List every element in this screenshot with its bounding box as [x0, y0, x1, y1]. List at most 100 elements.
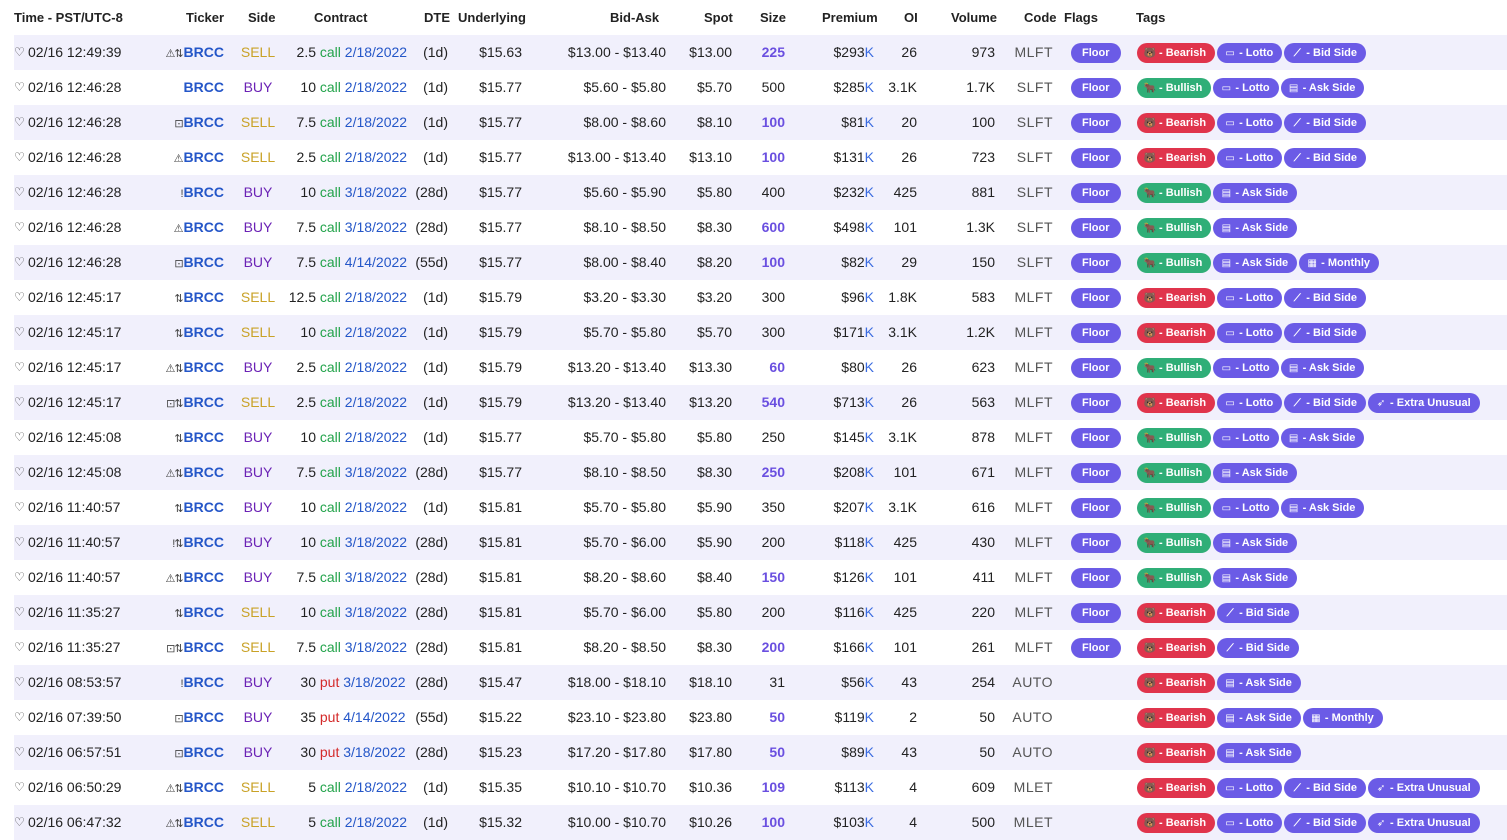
tag-badge[interactable]: 🐻 - Bearish [1137, 743, 1216, 763]
table-row[interactable]: ♡ 02/16 07:39:50 ⊡BRCC BUY 35 put 4/14/2022(… [14, 700, 1507, 735]
contract-cell[interactable]: 5 call 2/18/2022 [282, 778, 407, 797]
tag-badge[interactable]: 🐻 - Bearish [1137, 43, 1216, 63]
tag-badge[interactable]: 🐂 - Bullish [1137, 253, 1212, 273]
heart-icon[interactable]: ♡ [14, 498, 28, 517]
expiry-link[interactable]: 2/18/2022 [345, 499, 407, 515]
flag-badge[interactable]: Floor [1071, 393, 1121, 413]
flag-badge[interactable]: Floor [1071, 533, 1121, 553]
tag-badge[interactable]: ⟋ - Bid Side [1284, 813, 1367, 833]
tag-badge[interactable]: 🐂 - Bullish [1137, 358, 1212, 378]
tag-badge[interactable]: 🐻 - Bearish [1137, 113, 1216, 133]
tag-badge[interactable]: ▤ - Ask Side [1280, 428, 1365, 448]
flag-badge[interactable]: Floor [1071, 498, 1121, 518]
heart-icon[interactable]: ♡ [14, 393, 28, 412]
contract-cell[interactable]: 2.5 call 2/18/2022 [282, 358, 408, 377]
tag-badge[interactable]: ▦ - Monthly [1299, 253, 1380, 273]
tag-badge[interactable]: ⟋ - Bid Side [1217, 638, 1299, 658]
tag-badge[interactable]: ➶ - Extra Unusual [1368, 813, 1480, 833]
heart-icon[interactable]: ♡ [14, 463, 28, 482]
header-tags[interactable]: Tags [1136, 10, 1165, 25]
flag-badge[interactable]: Floor [1071, 323, 1121, 343]
table-row[interactable]: ♡ 02/16 12:46:28 ⊡BRCC SELL 7.5 call 2/18/20… [14, 105, 1507, 140]
tag-badge[interactable]: ▤ - Ask Side [1217, 708, 1301, 728]
tag-badge[interactable]: ▤ - Ask Side [1280, 498, 1365, 518]
expiry-link[interactable]: 4/14/2022 [345, 254, 407, 270]
expiry-link[interactable]: 2/18/2022 [345, 814, 407, 830]
heart-icon[interactable]: ♡ [14, 148, 28, 167]
header-oi[interactable]: OI [904, 10, 918, 25]
table-row[interactable]: ♡ 02/16 12:45:17 ⚠⇅BRCC BUY 2.5 call 2/18/20… [14, 350, 1507, 385]
table-row[interactable]: ♡ 02/16 11:35:27 ⇅BRCC SELL 10 call 3/18/202… [14, 595, 1507, 630]
header-underlying[interactable]: Underlying [458, 10, 526, 25]
header-code[interactable]: Code [1024, 10, 1057, 25]
tag-badge[interactable]: ▤ - Ask Side [1213, 218, 1298, 238]
table-row[interactable]: ♡ 02/16 11:40:57 ⚠⇅BRCC BUY 7.5 call 3/18/20… [14, 560, 1507, 595]
flag-badge[interactable]: Floor [1071, 568, 1121, 588]
tag-badge[interactable]: ▤ - Ask Side [1213, 463, 1298, 483]
tag-badge[interactable]: 🐻 - Bearish [1137, 708, 1216, 728]
contract-cell[interactable]: 2.5 call 2/18/2022 [282, 393, 408, 412]
flag-badge[interactable]: Floor [1071, 218, 1121, 238]
contract-cell[interactable]: 10 call 2/18/2022 [282, 498, 407, 517]
heart-icon[interactable]: ♡ [14, 253, 28, 272]
tag-badge[interactable]: 🐻 - Bearish [1137, 323, 1216, 343]
expiry-link[interactable]: 2/18/2022 [345, 114, 407, 130]
expiry-link[interactable]: 2/18/2022 [345, 324, 407, 340]
expiry-link[interactable]: 3/18/2022 [345, 464, 407, 480]
contract-cell[interactable]: 30 put 3/18/2022 [282, 673, 407, 692]
table-row[interactable]: ♡ 02/16 12:45:08 ⚠⇅BRCC BUY 7.5 call 3/18/20… [14, 455, 1507, 490]
heart-icon[interactable]: ♡ [14, 638, 28, 657]
heart-icon[interactable]: ♡ [14, 288, 28, 307]
tag-badge[interactable]: ▭ - Lotto [1217, 393, 1283, 413]
tag-badge[interactable]: ▭ - Lotto [1217, 778, 1283, 798]
header-size[interactable]: Size [760, 10, 786, 25]
contract-cell[interactable]: 7.5 call 2/18/2022 [282, 113, 408, 132]
tag-badge[interactable]: 🐂 - Bullish [1137, 568, 1212, 588]
flag-badge[interactable]: Floor [1071, 183, 1121, 203]
ticker-link[interactable]: BRCC [184, 184, 224, 200]
header-bid-ask[interactable]: Bid-Ask [610, 10, 659, 25]
heart-icon[interactable]: ♡ [14, 113, 28, 132]
ticker-link[interactable]: BRCC [184, 44, 224, 60]
flag-badge[interactable]: Floor [1071, 428, 1121, 448]
expiry-link[interactable]: 3/18/2022 [343, 674, 405, 690]
tag-badge[interactable]: 🐻 - Bearish [1137, 673, 1216, 693]
tag-badge[interactable]: ⟋ - Bid Side [1217, 603, 1299, 623]
tag-badge[interactable]: ⟋ - Bid Side [1284, 113, 1367, 133]
header-side[interactable]: Side [248, 10, 275, 25]
expiry-link[interactable]: 2/18/2022 [345, 394, 407, 410]
ticker-link[interactable]: BRCC [184, 814, 224, 830]
header-ticker[interactable]: Ticker [186, 10, 224, 25]
header-time[interactable]: Time - PST/UTC-8 [14, 10, 123, 25]
tag-badge[interactable]: ▭ - Lotto [1217, 813, 1283, 833]
tag-badge[interactable]: ▭ - Lotto [1217, 113, 1283, 133]
table-row[interactable]: ♡ 02/16 11:40:57 !⇅BRCC BUY 10 call 3/18/202… [14, 525, 1507, 560]
tag-badge[interactable]: ▭ - Lotto [1217, 323, 1283, 343]
expiry-link[interactable]: 2/18/2022 [345, 79, 407, 95]
header-dte[interactable]: DTE [424, 10, 450, 25]
flag-badge[interactable]: Floor [1071, 638, 1121, 658]
ticker-link[interactable]: BRCC [184, 464, 224, 480]
header-volume[interactable]: Volume [951, 10, 997, 25]
tag-badge[interactable]: ▤ - Ask Side [1217, 673, 1301, 693]
tag-badge[interactable]: 🐂 - Bullish [1137, 218, 1212, 238]
tag-badge[interactable]: 🐂 - Bullish [1137, 183, 1212, 203]
tag-badge[interactable]: ▤ - Ask Side [1217, 743, 1301, 763]
contract-cell[interactable]: 10 call 3/18/2022 [282, 183, 407, 202]
tag-badge[interactable]: ➶ - Extra Unusual [1368, 778, 1480, 798]
tag-badge[interactable]: ▭ - Lotto [1213, 428, 1279, 448]
table-row[interactable]: ♡ 02/16 12:46:28 ⚠BRCC BUY 7.5 call 3/18/202… [14, 210, 1507, 245]
ticker-link[interactable]: BRCC [184, 114, 224, 130]
ticker-link[interactable]: BRCC [184, 394, 224, 410]
tag-badge[interactable]: ⟋ - Bid Side [1284, 288, 1367, 308]
tag-badge[interactable]: ⟋ - Bid Side [1284, 393, 1367, 413]
tag-badge[interactable]: ▤ - Ask Side [1213, 253, 1298, 273]
tag-badge[interactable]: 🐻 - Bearish [1137, 778, 1216, 798]
expiry-link[interactable]: 3/18/2022 [345, 639, 407, 655]
heart-icon[interactable]: ♡ [14, 778, 28, 797]
ticker-link[interactable]: BRCC [184, 79, 224, 95]
tag-badge[interactable]: ⟋ - Bid Side [1284, 43, 1367, 63]
contract-cell[interactable]: 2.5 call 2/18/2022 [282, 148, 408, 167]
contract-cell[interactable]: 7.5 call 3/18/2022 [282, 463, 408, 482]
tag-badge[interactable]: ▭ - Lotto [1213, 358, 1279, 378]
